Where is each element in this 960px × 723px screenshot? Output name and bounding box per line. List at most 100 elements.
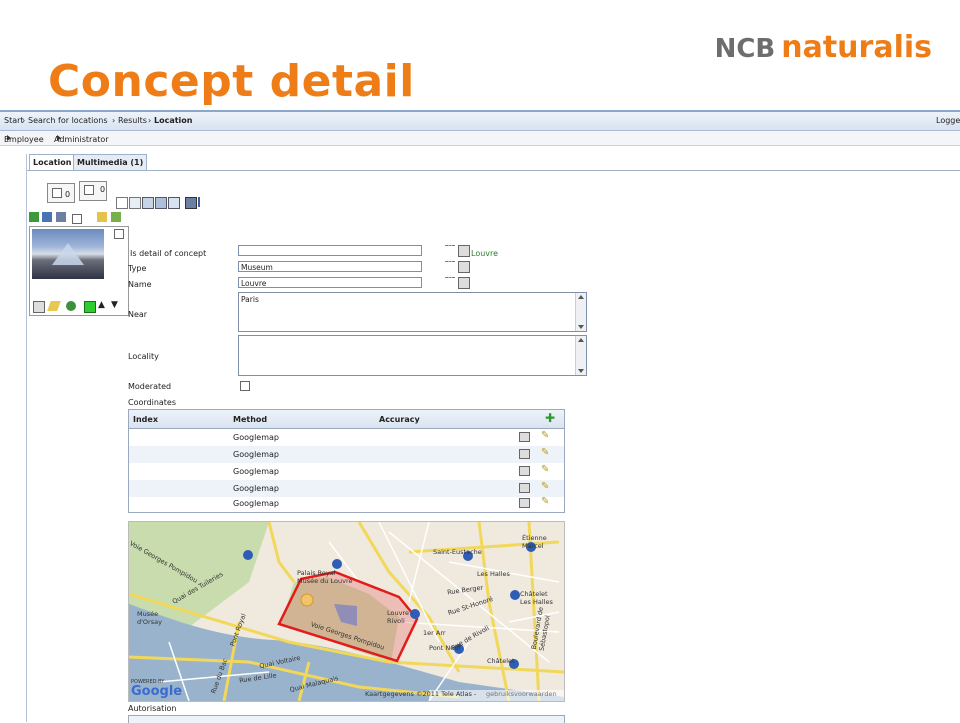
pencil-icon[interactable]: ✎ [541,496,549,507]
breadcrumb-results[interactable]: Results [118,116,147,125]
refresh-icon[interactable] [111,212,121,222]
row-method: Googlemap [233,433,279,442]
map-label-chatelet-les-halles: Châtelet Les Halles [520,590,553,606]
near-value: Paris [241,295,259,304]
view-icon[interactable] [33,301,45,313]
status-green-icon[interactable] [84,301,96,313]
save-as-icon[interactable] [155,197,167,209]
tab-divider [27,170,960,171]
view-icon[interactable] [458,245,470,257]
row-method: Googlemap [233,450,279,459]
print-icon[interactable] [185,197,197,209]
pencil-icon[interactable]: ✎ [541,481,549,492]
menu-bar: Employee Administrator [0,131,960,146]
view-icon[interactable] [519,466,530,476]
export-icon[interactable] [168,197,180,209]
tab-multimedia[interactable]: Multimedia (1) [73,154,148,170]
type-label: Type [128,264,147,273]
pencil-icon[interactable] [47,301,61,311]
select-all-checkbox[interactable] [72,214,82,224]
is-detail-label: Is detail of concept [130,249,207,258]
pencil-icon[interactable]: ✎ [541,464,549,475]
add-coordinate-icon[interactable]: ✚ [545,411,555,425]
view-icon[interactable] [519,483,530,493]
counter-box-2[interactable]: 0 [79,181,107,201]
view-icon[interactable] [519,449,530,459]
arrow-right-icon [7,135,11,141]
pencil-icon[interactable]: ✎ [541,430,549,441]
save-icon[interactable] [142,197,154,209]
map-label-palais-royal: Palais Royal - Musée du Louvre [297,569,353,585]
arrow-right-icon [57,135,61,141]
near-textarea[interactable]: Paris [238,292,587,332]
new-document-icon[interactable] [116,197,128,209]
logged-in-text: Logge [936,116,960,125]
application-window: Start › Search for locations › Results ›… [0,110,960,723]
breadcrumb-start[interactable]: Start [4,116,24,125]
link-concept-icon[interactable] [445,245,455,256]
coordinates-label: Coordinates [128,398,177,407]
tree-icon[interactable] [198,197,210,207]
row-method: Googlemap [233,499,279,508]
link-media-icon[interactable] [42,212,52,222]
locality-label: Locality [128,352,159,361]
header-accuracy[interactable]: Accuracy [379,415,420,424]
map-label-1er-arr: 1er Arr [423,629,446,637]
add-media-icon[interactable] [29,212,39,222]
move-up-icon[interactable]: ▲ [98,300,105,310]
table-header: Index Method Accuracy ✚ [129,410,564,429]
link-concept-icon[interactable] [445,261,455,272]
moderated-checkbox[interactable] [240,381,250,391]
google-logo: Google [131,684,183,699]
slide-title: Concept detail [48,56,415,107]
louvre-link[interactable]: Louvre [471,249,498,258]
autorisation-label: Autorisation [128,704,177,713]
counter-box-1[interactable]: 0 [47,183,75,203]
award-icon[interactable] [66,301,76,311]
name-field[interactable]: Louvre [238,277,422,288]
table-row[interactable]: Googlemap ✎ [129,495,564,512]
row-method: Googlemap [233,467,279,476]
move-down-icon[interactable]: ▼ [111,300,118,310]
row-method: Googlemap [233,484,279,493]
louvre-thumbnail-image[interactable] [32,229,104,279]
tab-location[interactable]: Location [29,154,76,171]
breadcrumb-search[interactable]: Search for locations [28,116,107,125]
breadcrumb-separator: › [148,116,152,125]
upload-icon[interactable] [56,212,66,222]
logo-ncb: NCB [714,34,776,64]
table-row[interactable]: Googlemap ✎ [129,463,564,480]
counter-value-1: 0 [65,190,71,199]
edit-media-icon[interactable] [97,212,107,222]
moderated-label: Moderated [128,382,172,391]
google-map[interactable]: Palais Royal - Musée du Louvre Saint-Eus… [128,521,565,702]
table-row[interactable]: Googlemap ✎ [129,429,564,446]
ncb-naturalis-logo: NCB naturalis [715,30,932,65]
view-icon[interactable] [519,432,530,442]
copy-icon[interactable] [129,197,141,209]
locality-textarea[interactable] [238,335,587,376]
scrollbar[interactable] [575,293,586,331]
content-area: Location Multimedia (1) 0 0 ▲ ▼ Is detai… [26,154,960,723]
scrollbar[interactable] [575,336,586,375]
checkbox-checked-icon [52,188,62,198]
view-icon[interactable] [458,277,470,289]
is-detail-field[interactable] [238,245,422,256]
map-terms-link[interactable]: gebruiksvoorwaarden [486,690,557,698]
map-label-les-halles: Les Halles [477,570,510,578]
coordinates-table: Index Method Accuracy ✚ Googlemap ✎ Goog… [128,409,565,513]
media-thumbnail-panel: ▲ ▼ [29,226,129,316]
name-label: Name [128,280,152,289]
table-row[interactable]: Googlemap ✎ [129,446,564,463]
near-label: Near [128,310,148,319]
link-concept-icon[interactable] [445,277,455,288]
map-canvas [129,522,564,701]
type-field[interactable]: Museum [238,261,422,272]
counter-value-2: 0 [100,185,106,194]
header-index[interactable]: Index [133,415,158,424]
header-method[interactable]: Method [233,415,267,424]
view-icon[interactable] [458,261,470,273]
pencil-icon[interactable]: ✎ [541,447,549,458]
view-icon[interactable] [519,498,530,508]
thumbnail-checkbox[interactable] [114,229,124,239]
